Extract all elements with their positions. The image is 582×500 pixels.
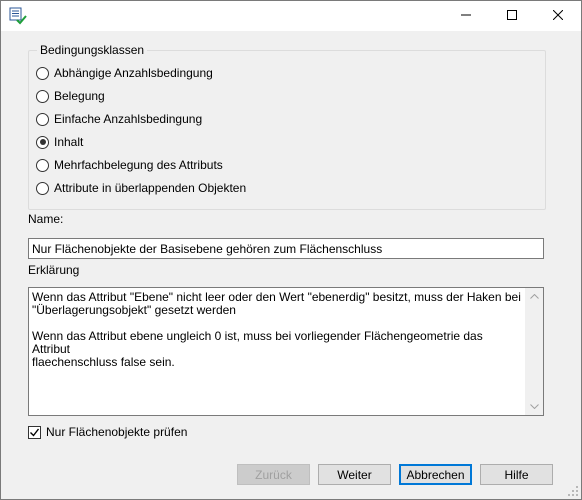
- resize-grip-icon[interactable]: [567, 485, 579, 497]
- radio-multiple-assignment[interactable]: Mehrfachbelegung des Attributs: [36, 156, 223, 174]
- radio-button-selected[interactable]: [36, 135, 49, 149]
- minimize-icon: [461, 9, 471, 23]
- name-field-box[interactable]: [28, 238, 544, 259]
- close-icon: [552, 9, 564, 23]
- explanation-text[interactable]: Wenn das Attribut "Ebene" nicht leer ode…: [32, 291, 522, 369]
- radio-label: Belegung: [54, 89, 105, 103]
- radio-button[interactable]: [36, 66, 49, 80]
- radio-assignment[interactable]: Belegung: [36, 87, 105, 105]
- maximize-icon: [507, 9, 517, 23]
- vertical-scrollbar[interactable]: [525, 288, 543, 415]
- dialog-window: Bedingungsklassen Abhängige Anzahlsbedin…: [0, 0, 582, 500]
- title-bar[interactable]: [1, 1, 581, 31]
- help-button[interactable]: Hilfe: [480, 464, 553, 485]
- maximize-button[interactable]: [489, 1, 535, 31]
- condition-class-legend: Bedingungsklassen: [37, 43, 148, 57]
- only-area-objects-checkbox[interactable]: [28, 425, 41, 439]
- radio-button[interactable]: [36, 158, 49, 172]
- next-button[interactable]: Weiter: [318, 464, 391, 485]
- back-button[interactable]: Zurück: [237, 464, 310, 485]
- only-area-objects-label: Nur Flächenobjekte prüfen: [46, 425, 188, 439]
- explanation-label: Erklärung: [28, 263, 80, 277]
- radio-overlapping-attributes[interactable]: Attribute in überlappenden Objekten: [36, 179, 246, 197]
- radio-dependent-count[interactable]: Abhängige Anzahlsbedingung: [36, 64, 213, 82]
- radio-label: Attribute in überlappenden Objekten: [54, 181, 247, 195]
- name-field[interactable]: [29, 239, 532, 258]
- radio-simple-count[interactable]: Einfache Anzahlsbedingung: [36, 110, 202, 128]
- cancel-button[interactable]: Abbrechen: [399, 464, 472, 485]
- checklist-icon: [9, 7, 27, 25]
- radio-button[interactable]: [36, 181, 49, 195]
- name-label: Name:: [28, 212, 64, 226]
- radio-button[interactable]: [36, 89, 49, 103]
- explanation-textarea[interactable]: Wenn das Attribut "Ebene" nicht leer ode…: [28, 287, 544, 416]
- scroll-down-icon[interactable]: [526, 398, 543, 415]
- radio-label: Einfache Anzahlsbedingung: [54, 112, 203, 126]
- radio-label: Inhalt: [54, 135, 84, 149]
- minimize-button[interactable]: [443, 1, 489, 31]
- checkmark-icon: [30, 428, 40, 437]
- radio-label: Mehrfachbelegung des Attributs: [54, 158, 223, 172]
- scroll-up-icon[interactable]: [526, 288, 543, 305]
- radio-button[interactable]: [36, 112, 49, 126]
- close-button[interactable]: [535, 1, 581, 31]
- radio-label: Abhängige Anzahlsbedingung: [54, 66, 213, 80]
- only-area-objects-option[interactable]: Nur Flächenobjekte prüfen: [28, 424, 187, 440]
- radio-content[interactable]: Inhalt: [36, 133, 83, 151]
